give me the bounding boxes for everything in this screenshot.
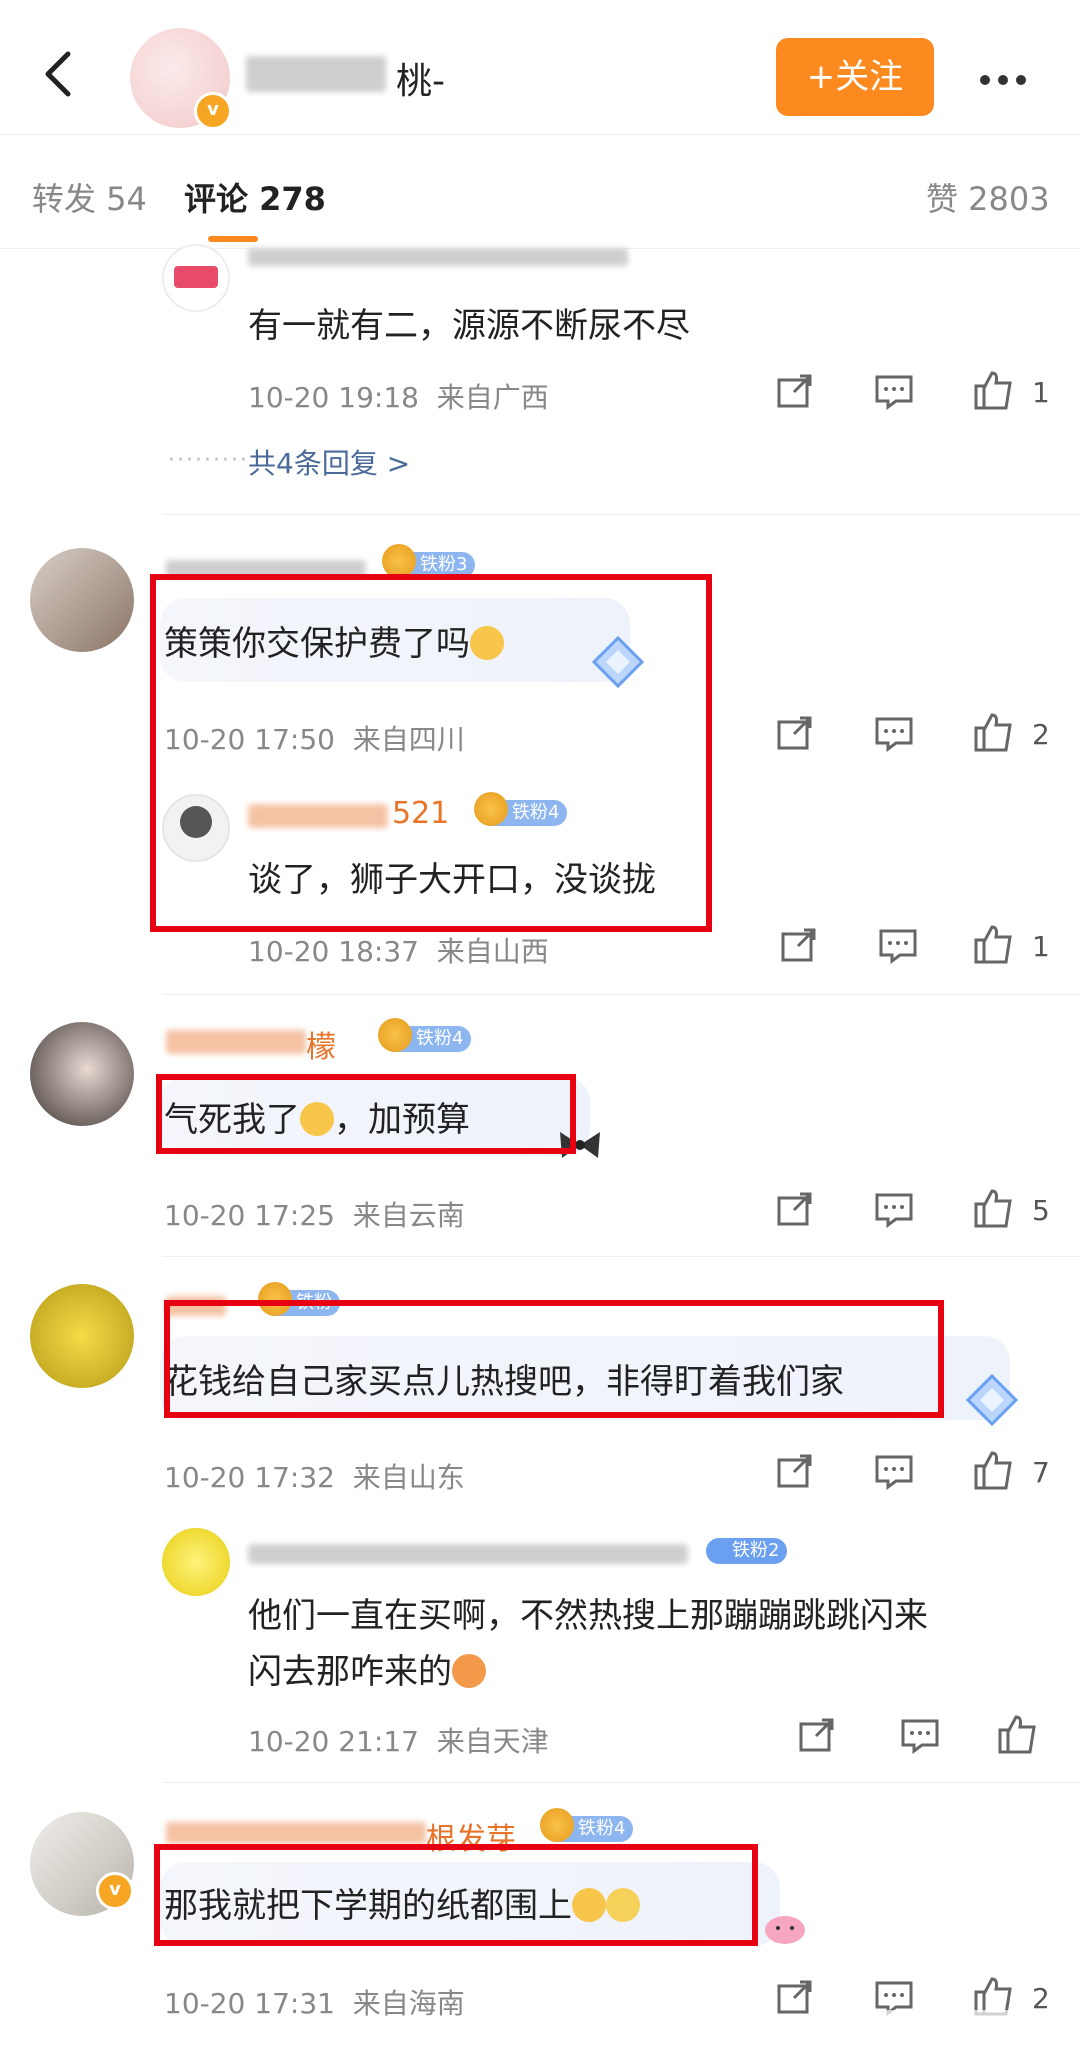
- highlight-box: [154, 1844, 758, 1946]
- repost-icon[interactable]: [776, 1454, 814, 1490]
- repost-icon[interactable]: [776, 1980, 814, 2016]
- like-icon[interactable]: [972, 924, 1014, 964]
- follow-button[interactable]: +关注: [776, 38, 934, 116]
- comment-time: 10-20 17:31 来自海南: [164, 1987, 465, 2020]
- comment-time: 10-20 19:18 来自广西: [248, 381, 549, 414]
- tab-repost[interactable]: 转发 54: [32, 174, 147, 220]
- repost-icon[interactable]: [780, 928, 818, 964]
- redacted-name: [166, 1030, 306, 1054]
- divider: [162, 994, 1080, 995]
- comment-icon[interactable]: [874, 1454, 914, 1490]
- highlight-box: [164, 1300, 944, 1418]
- like-count: 1: [1032, 376, 1050, 409]
- reply-avatar[interactable]: [162, 244, 230, 312]
- like-count: 2: [1032, 718, 1050, 751]
- verified-icon: v: [194, 92, 232, 130]
- repost-icon[interactable]: [776, 374, 814, 410]
- redacted-name: [248, 248, 628, 266]
- reply-avatar[interactable]: [162, 1528, 230, 1596]
- commenter-avatar[interactable]: [30, 548, 134, 652]
- like-count: 7: [1032, 1456, 1050, 1489]
- comment-icon[interactable]: [874, 374, 914, 410]
- like-count: 5: [1032, 1194, 1050, 1227]
- divider: [162, 1256, 1080, 1257]
- reply-time: 10-20 21:17 来自天津: [248, 1725, 549, 1758]
- like-count: 1: [1032, 930, 1050, 963]
- redacted-name: [166, 1822, 426, 1844]
- divider: [162, 1782, 1080, 1783]
- tab-like[interactable]: 赞 2803: [926, 174, 1050, 220]
- diamond-icon: [965, 1373, 1019, 1427]
- thread-line: ·········: [168, 448, 249, 473]
- tongue-emoji-icon: [452, 1654, 486, 1688]
- fan-badge: 铁粉4: [378, 1018, 472, 1052]
- comment-icon[interactable]: [900, 1718, 940, 1754]
- top-bar: v 桃- +关注: [0, 0, 1080, 135]
- like-icon[interactable]: [972, 712, 1014, 752]
- fan-badge: 铁粉4: [540, 1808, 634, 1842]
- active-tab-indicator: [208, 236, 258, 242]
- like-icon[interactable]: [972, 1188, 1014, 1228]
- redacted-name: [246, 56, 386, 92]
- comment-icon[interactable]: [874, 716, 914, 752]
- reply-time: 10-20 18:37 来自山西: [248, 935, 549, 968]
- tab-comment[interactable]: 评论 278: [184, 174, 326, 220]
- comment-time: 10-20 17:32 来自山东: [164, 1461, 465, 1494]
- like-icon[interactable]: [996, 1714, 1038, 1754]
- reply-text-line2: 闪去那咋来的: [248, 1644, 486, 1693]
- commenter-avatar[interactable]: [30, 1284, 134, 1388]
- comment-icon[interactable]: [878, 928, 918, 964]
- highlight-box: [150, 574, 712, 932]
- reply-text-line1: 他们一直在买啊，不然热搜上那蹦蹦跳跳闪来: [248, 1596, 928, 1636]
- redacted-name: [248, 1544, 688, 1564]
- view-replies-link[interactable]: 共4条回复 >: [248, 442, 410, 482]
- pig-sticker-icon: [765, 1916, 805, 1944]
- comment-icon[interactable]: [874, 1192, 914, 1228]
- fan-badge: 铁粉2: [706, 1538, 788, 1564]
- watermark-overlay: [860, 2010, 1060, 2050]
- repost-icon[interactable]: [798, 1718, 836, 1754]
- blog-name[interactable]: 桃-: [396, 52, 445, 104]
- commenter-avatar[interactable]: [30, 1022, 134, 1126]
- comment-time: 10-20 17:25 来自云南: [164, 1199, 465, 1232]
- repost-icon[interactable]: [776, 716, 814, 752]
- tab-bar: 转发 54 评论 278 赞 2803: [0, 134, 1080, 249]
- back-arrow-icon[interactable]: [36, 50, 84, 98]
- repost-icon[interactable]: [776, 1192, 814, 1228]
- commenter-username[interactable]: 檬: [306, 1022, 336, 1066]
- verified-icon: v: [96, 1872, 134, 1910]
- like-icon[interactable]: [972, 370, 1014, 410]
- more-dots-icon[interactable]: [980, 70, 1034, 89]
- comment-text: 有一就有二，源源不断尿不尽: [248, 306, 690, 346]
- divider: [162, 514, 1080, 515]
- highlight-box: [156, 1074, 576, 1154]
- like-icon[interactable]: [972, 1450, 1014, 1490]
